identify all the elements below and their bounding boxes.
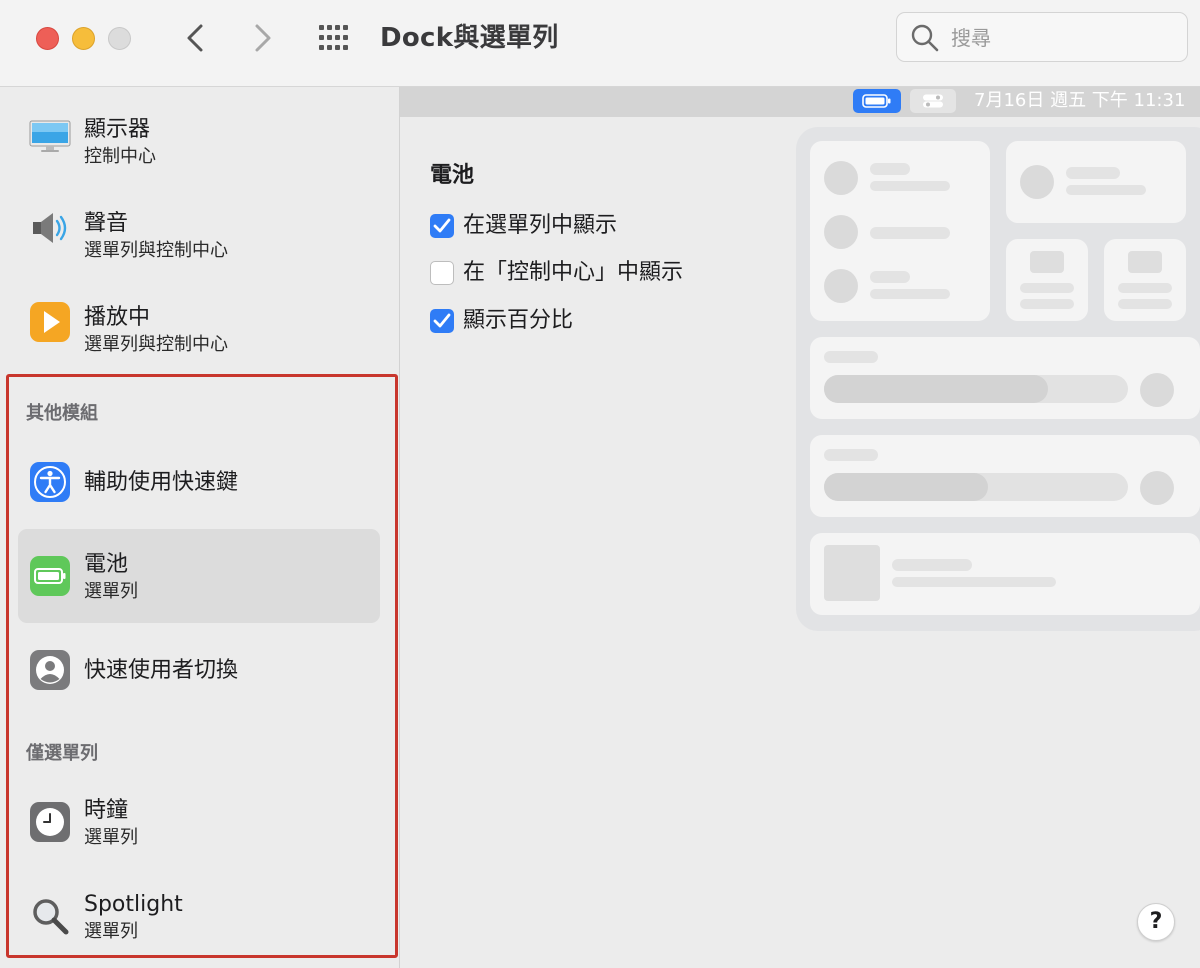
sidebar-item-subtitle: 控制中心 [84,146,156,167]
sidebar-item-title: 電池 [84,552,129,577]
option-label: 在「控制中心」中顯示 [463,260,684,285]
sidebar-item-subtitle: 選單列與控制中心 [84,240,228,261]
control-center-icon [923,94,943,108]
sidebar-item-subtitle: 選單列 [84,921,138,942]
grid-icon [319,25,348,50]
play-icon [29,301,71,343]
spotlight-icon [29,895,71,937]
accessibility-icon [29,461,71,503]
preview-tile [1006,239,1088,321]
section-header-other-modules: 其他模組 [26,403,98,424]
clock-icon [29,801,71,843]
menu-bar-clock: 7月16日 週五 下午 11:31 [974,90,1186,111]
search-icon [911,24,939,52]
sidebar-item-title: 時鐘 [84,798,129,823]
checkmark-icon [433,313,451,328]
chevron-left-icon [187,24,203,52]
help-button[interactable]: ? [1137,903,1175,941]
sidebar-item-battery[interactable]: 電池 選單列 [18,529,380,623]
back-button[interactable] [178,20,214,56]
sidebar-item-spotlight[interactable]: Spotlight 選單列 [18,869,380,963]
sidebar-item-subtitle: 選單列 [84,827,138,848]
checkbox-show-percentage[interactable] [430,309,454,333]
sidebar: 顯示器 控制中心 聲音 選單列與控制中心 播放中 選單列與控制中心 其他模組 輔… [0,87,400,968]
sidebar-item-title: Spotlight [84,892,183,917]
chevron-right-icon [255,24,271,52]
forward-button[interactable] [244,20,280,56]
preview-tile [810,533,1200,615]
option-label: 在選單列中顯示 [463,213,618,238]
control-center-preview [796,127,1200,631]
sidebar-item-title: 輔助使用快速鍵 [84,470,239,495]
close-window-button[interactable] [36,27,59,50]
menu-bar-preview: 7月16日 週五 下午 11:31 [400,87,1200,117]
preview-tile [810,141,990,321]
option-label: 顯示百分比 [463,308,574,333]
sidebar-item-subtitle: 選單列與控制中心 [84,334,228,355]
battery-icon [862,94,891,108]
sidebar-item-title: 聲音 [84,211,129,236]
sidebar-item-title: 播放中 [84,305,151,330]
menu-bar-battery-indicator [853,89,901,113]
sidebar-item-clock[interactable]: 時鐘 選單列 [18,775,380,869]
display-icon [29,113,71,155]
sidebar-item-accessibility-shortcuts[interactable]: 輔助使用快速鍵 [18,435,380,529]
sidebar-item-subtitle: 選單列 [84,581,138,602]
preview-tile [1104,239,1186,321]
checkbox-show-in-control-center[interactable] [430,261,454,285]
sidebar-item-display[interactable]: 顯示器 控制中心 [18,87,380,181]
show-all-button[interactable] [316,22,356,54]
speaker-icon [29,207,71,249]
preview-tile [810,435,1200,517]
sidebar-item-title: 快速使用者切換 [84,658,239,683]
section-title: 電池 [430,163,475,188]
menu-bar-control-center [910,89,956,113]
user-switch-icon [29,649,71,691]
sidebar-item-title: 顯示器 [84,117,151,142]
minimize-window-button[interactable] [72,27,95,50]
window-toolbar: Dock與選單列 [0,0,1200,87]
battery-icon [29,555,71,597]
checkmark-icon [433,218,451,233]
preview-tile [810,337,1200,419]
checkbox-show-in-menu-bar[interactable] [430,214,454,238]
main-pane: 7月16日 週五 下午 11:31 電池 在選單列中顯示 在「控制中心」中顯示 … [400,87,1200,968]
sidebar-item-now-playing[interactable]: 播放中 選單列與控制中心 [18,275,380,369]
section-header-menu-bar-only: 僅選單列 [26,743,98,764]
search-field[interactable] [896,12,1188,62]
sidebar-item-fast-user-switching[interactable]: 快速使用者切換 [18,623,380,717]
preview-tile [1006,141,1186,223]
zoom-window-button[interactable] [108,27,131,50]
window-title: Dock與選單列 [380,23,559,53]
search-input[interactable] [949,23,1173,53]
sidebar-item-sound[interactable]: 聲音 選單列與控制中心 [18,181,380,275]
